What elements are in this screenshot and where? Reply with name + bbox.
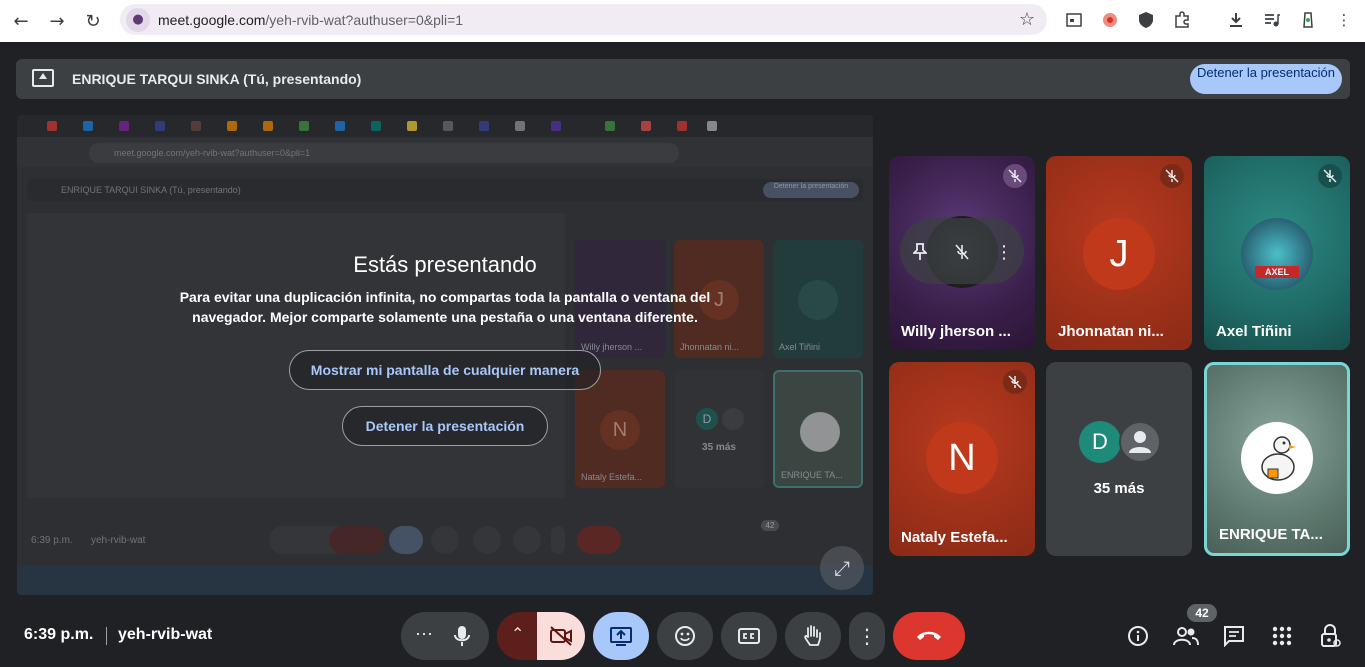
- avatar: N: [926, 422, 998, 494]
- muted-mic-icon: [1003, 370, 1027, 394]
- participant-name: Nataly Estefa...: [901, 529, 1008, 546]
- bookmark-star-icon[interactable]: ☆: [1019, 9, 1035, 30]
- muted-mic-icon: [1160, 164, 1184, 188]
- people-icon[interactable]: [1172, 622, 1200, 650]
- emoji-icon: [675, 626, 695, 646]
- duck-avatar: [1241, 422, 1313, 494]
- flower-extension-icon[interactable]: [1099, 9, 1121, 31]
- d-avatar: D: [1079, 421, 1121, 463]
- avatar: J: [1083, 218, 1155, 290]
- url-path: /yeh-rvib-wat?authuser=0&pli=1: [265, 11, 464, 28]
- activities-icon[interactable]: [1268, 622, 1296, 650]
- shield-extension-icon[interactable]: [1135, 9, 1157, 31]
- tile-hover-controls: ⋮: [900, 218, 1024, 284]
- muted-mic-icon: [1003, 164, 1027, 188]
- calendar-extension-icon[interactable]: [1063, 9, 1085, 31]
- present-screen-icon: [610, 627, 632, 646]
- chat-icon[interactable]: [1220, 622, 1248, 650]
- presenting-title: Estás presentando: [353, 252, 537, 277]
- participant-tile-axel[interactable]: AXEL Axel Tiñini: [1204, 156, 1350, 350]
- browser-menu-icon[interactable]: ⋮: [1333, 9, 1355, 31]
- participant-tile-jhonnatan[interactable]: J Jhonnatan ni...: [1046, 156, 1192, 350]
- camera-control-group: ⌃: [497, 612, 585, 660]
- address-bar[interactable]: ● meet.google.com/yeh-rvib-wat?authuser=…: [120, 4, 1047, 35]
- microphone-icon[interactable]: ●: [126, 7, 150, 32]
- more-participants-label: 35 más: [1093, 480, 1145, 497]
- participant-name: Jhonnatan ni...: [1058, 323, 1164, 340]
- mute-participant-icon[interactable]: [950, 240, 974, 264]
- present-screen-icon: [32, 69, 54, 87]
- show-screen-anyway-button[interactable]: Mostrar mi pantalla de cualquier manera: [289, 350, 601, 390]
- forward-button[interactable]: →: [44, 8, 70, 34]
- participant-tile-willy[interactable]: ⋮ Willy jherson ...: [889, 156, 1035, 350]
- meet-extension-icon[interactable]: [1297, 9, 1319, 31]
- reload-button[interactable]: ↻: [80, 8, 106, 34]
- default-avatar-icon: [1119, 421, 1161, 463]
- participant-tile-nataly[interactable]: N Nataly Estefa...: [889, 362, 1035, 556]
- more-vert-icon: ⋮: [857, 624, 877, 648]
- back-button[interactable]: ←: [8, 8, 34, 34]
- captions-icon: [738, 628, 760, 644]
- mic-control-group: ⋯: [401, 612, 489, 660]
- url-text: meet.google.com/yeh-rvib-wat?authuser=0&…: [158, 12, 463, 28]
- host-controls-icon[interactable]: [1316, 622, 1344, 650]
- divider: [106, 627, 107, 645]
- expand-icon[interactable]: ⤢: [820, 546, 864, 590]
- meeting-time: 6:39 p.m.: [24, 626, 94, 643]
- more-options-button[interactable]: ⋮: [849, 612, 885, 660]
- participant-tile-enrique[interactable]: ENRIQUE TA...: [1204, 362, 1350, 556]
- avatar-label: AXEL: [1255, 266, 1299, 278]
- media-control-icon[interactable]: [1261, 9, 1283, 31]
- camera-off-icon: [550, 626, 572, 646]
- microphone-icon[interactable]: [453, 624, 471, 653]
- present-screen-button[interactable]: [593, 612, 649, 660]
- more-options-icon[interactable]: ⋮: [992, 240, 1016, 264]
- camera-off-button[interactable]: [537, 612, 585, 660]
- presenting-message: Para evitar una duplicación infinita, no…: [179, 289, 711, 325]
- more-audio-options-icon[interactable]: ⋯: [413, 624, 435, 648]
- participant-name: ENRIQUE TA...: [1219, 526, 1323, 543]
- presenting-banner: ENRIQUE TARQUI SINKA (Tú, presentando) D…: [16, 59, 1350, 99]
- emoji-reaction-button[interactable]: [657, 612, 713, 660]
- stop-presenting-button[interactable]: Detener la presentación: [1190, 64, 1342, 94]
- stop-presentation-button[interactable]: Detener la presentación: [342, 406, 548, 446]
- meeting-code: yeh-rvib-wat: [118, 626, 213, 643]
- screen-share-preview: meet.google.com/yeh-rvib-wat?authuser=0&…: [17, 115, 873, 595]
- raise-hand-button[interactable]: [785, 612, 841, 660]
- participant-name: Axel Tiñini: [1216, 323, 1292, 340]
- participant-count-badge: 42: [1187, 604, 1217, 622]
- url-host: meet.google.com: [158, 11, 266, 28]
- captions-button[interactable]: [721, 612, 777, 660]
- pin-icon[interactable]: [908, 240, 932, 264]
- end-call-icon: [917, 631, 941, 640]
- muted-mic-icon: [1318, 164, 1342, 188]
- chevron-up-icon[interactable]: ⌃: [511, 624, 524, 644]
- browser-toolbar: ← → ↻ ● meet.google.com/yeh-rvib-wat?aut…: [0, 0, 1365, 42]
- extensions-puzzle-icon[interactable]: [1171, 9, 1193, 31]
- participant-name: Willy jherson ...: [901, 323, 1011, 340]
- avatar: AXEL: [1241, 218, 1313, 290]
- download-icon[interactable]: [1225, 9, 1247, 31]
- meeting-info-icon[interactable]: [1124, 622, 1152, 650]
- participant-tile-more[interactable]: D 35 más: [1046, 362, 1192, 556]
- presenter-text: ENRIQUE TARQUI SINKA (Tú, presentando): [72, 71, 362, 87]
- raise-hand-icon: [804, 625, 821, 646]
- leave-call-button[interactable]: [893, 612, 965, 660]
